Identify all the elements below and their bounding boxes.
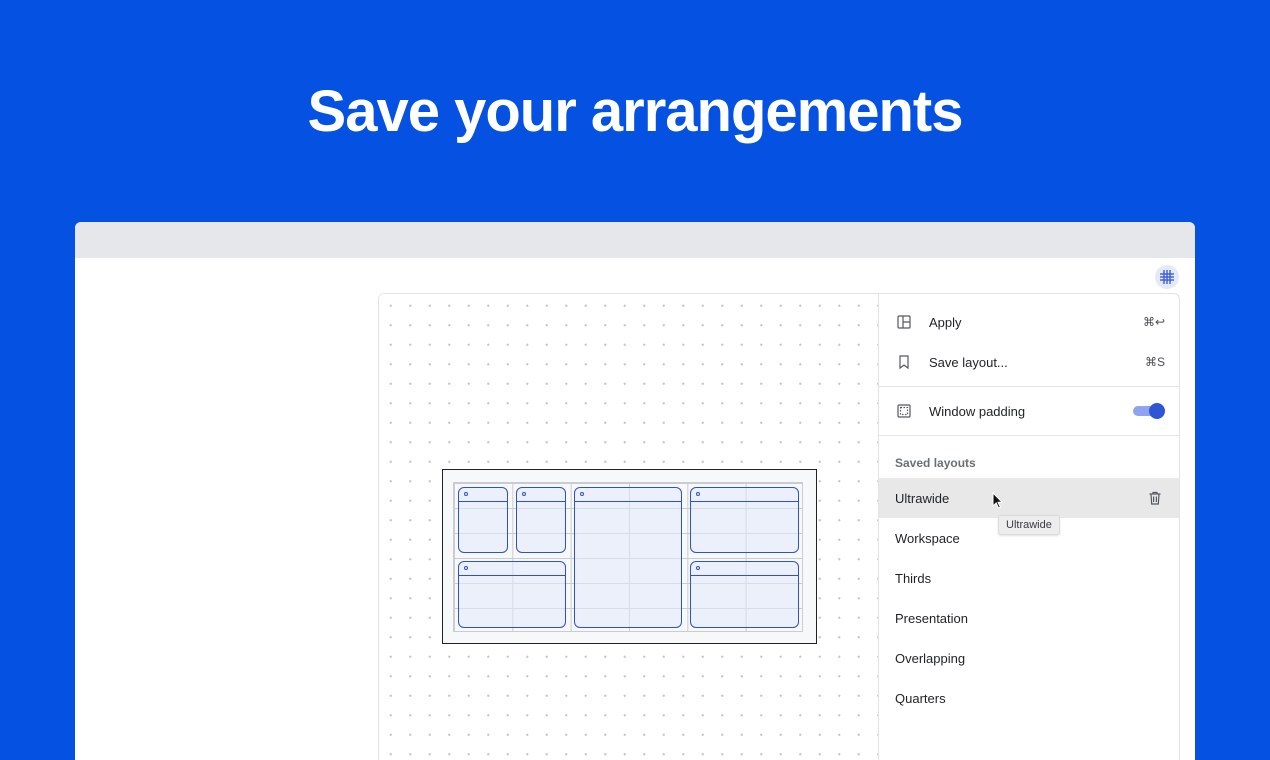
- saved-layouts-heading: Saved layouts: [895, 456, 976, 470]
- grid-toggle-button[interactable]: [1155, 265, 1179, 289]
- saved-layout-item[interactable]: Thirds: [879, 558, 1179, 598]
- padding-icon: [895, 402, 913, 420]
- layout-window[interactable]: [458, 487, 508, 553]
- apply-menu-item[interactable]: Apply ⌘↩: [879, 302, 1179, 342]
- grid-icon: [1160, 270, 1174, 284]
- tooltip: Ultrawide: [998, 515, 1060, 535]
- page-title: Save your arrangements: [307, 79, 964, 144]
- mouse-cursor-icon: [992, 492, 1004, 509]
- trash-icon[interactable]: [1147, 490, 1163, 506]
- app-window: Apply ⌘↩ Save layout... ⌘S Window paddin…: [75, 222, 1195, 760]
- layout-icon: [895, 313, 913, 331]
- layout-window[interactable]: [690, 487, 799, 553]
- saved-layout-item[interactable]: Overlapping: [879, 638, 1179, 678]
- layout-canvas: [379, 294, 879, 760]
- saved-layout-item[interactable]: Ultrawide: [879, 478, 1179, 518]
- layout-window[interactable]: [516, 487, 566, 553]
- divider: [879, 386, 1179, 387]
- divider: [879, 435, 1179, 436]
- layout-window[interactable]: [458, 561, 566, 628]
- layout-sidebar: Apply ⌘↩ Save layout... ⌘S Window paddin…: [879, 294, 1179, 760]
- save-layout-menu-item[interactable]: Save layout... ⌘S: [879, 342, 1179, 382]
- window-padding-row[interactable]: Window padding: [879, 391, 1179, 431]
- saved-layout-item[interactable]: Quarters: [879, 678, 1179, 718]
- screen-preview: [442, 469, 817, 644]
- window-padding-toggle[interactable]: [1133, 403, 1165, 419]
- window-titlebar: [75, 222, 1195, 258]
- layout-popover: Apply ⌘↩ Save layout... ⌘S Window paddin…: [378, 293, 1180, 760]
- bookmark-icon: [895, 353, 913, 371]
- saved-layout-item[interactable]: Presentation: [879, 598, 1179, 638]
- screen-grid: [453, 482, 803, 632]
- layout-window[interactable]: [690, 561, 799, 628]
- layout-window[interactable]: [574, 487, 682, 628]
